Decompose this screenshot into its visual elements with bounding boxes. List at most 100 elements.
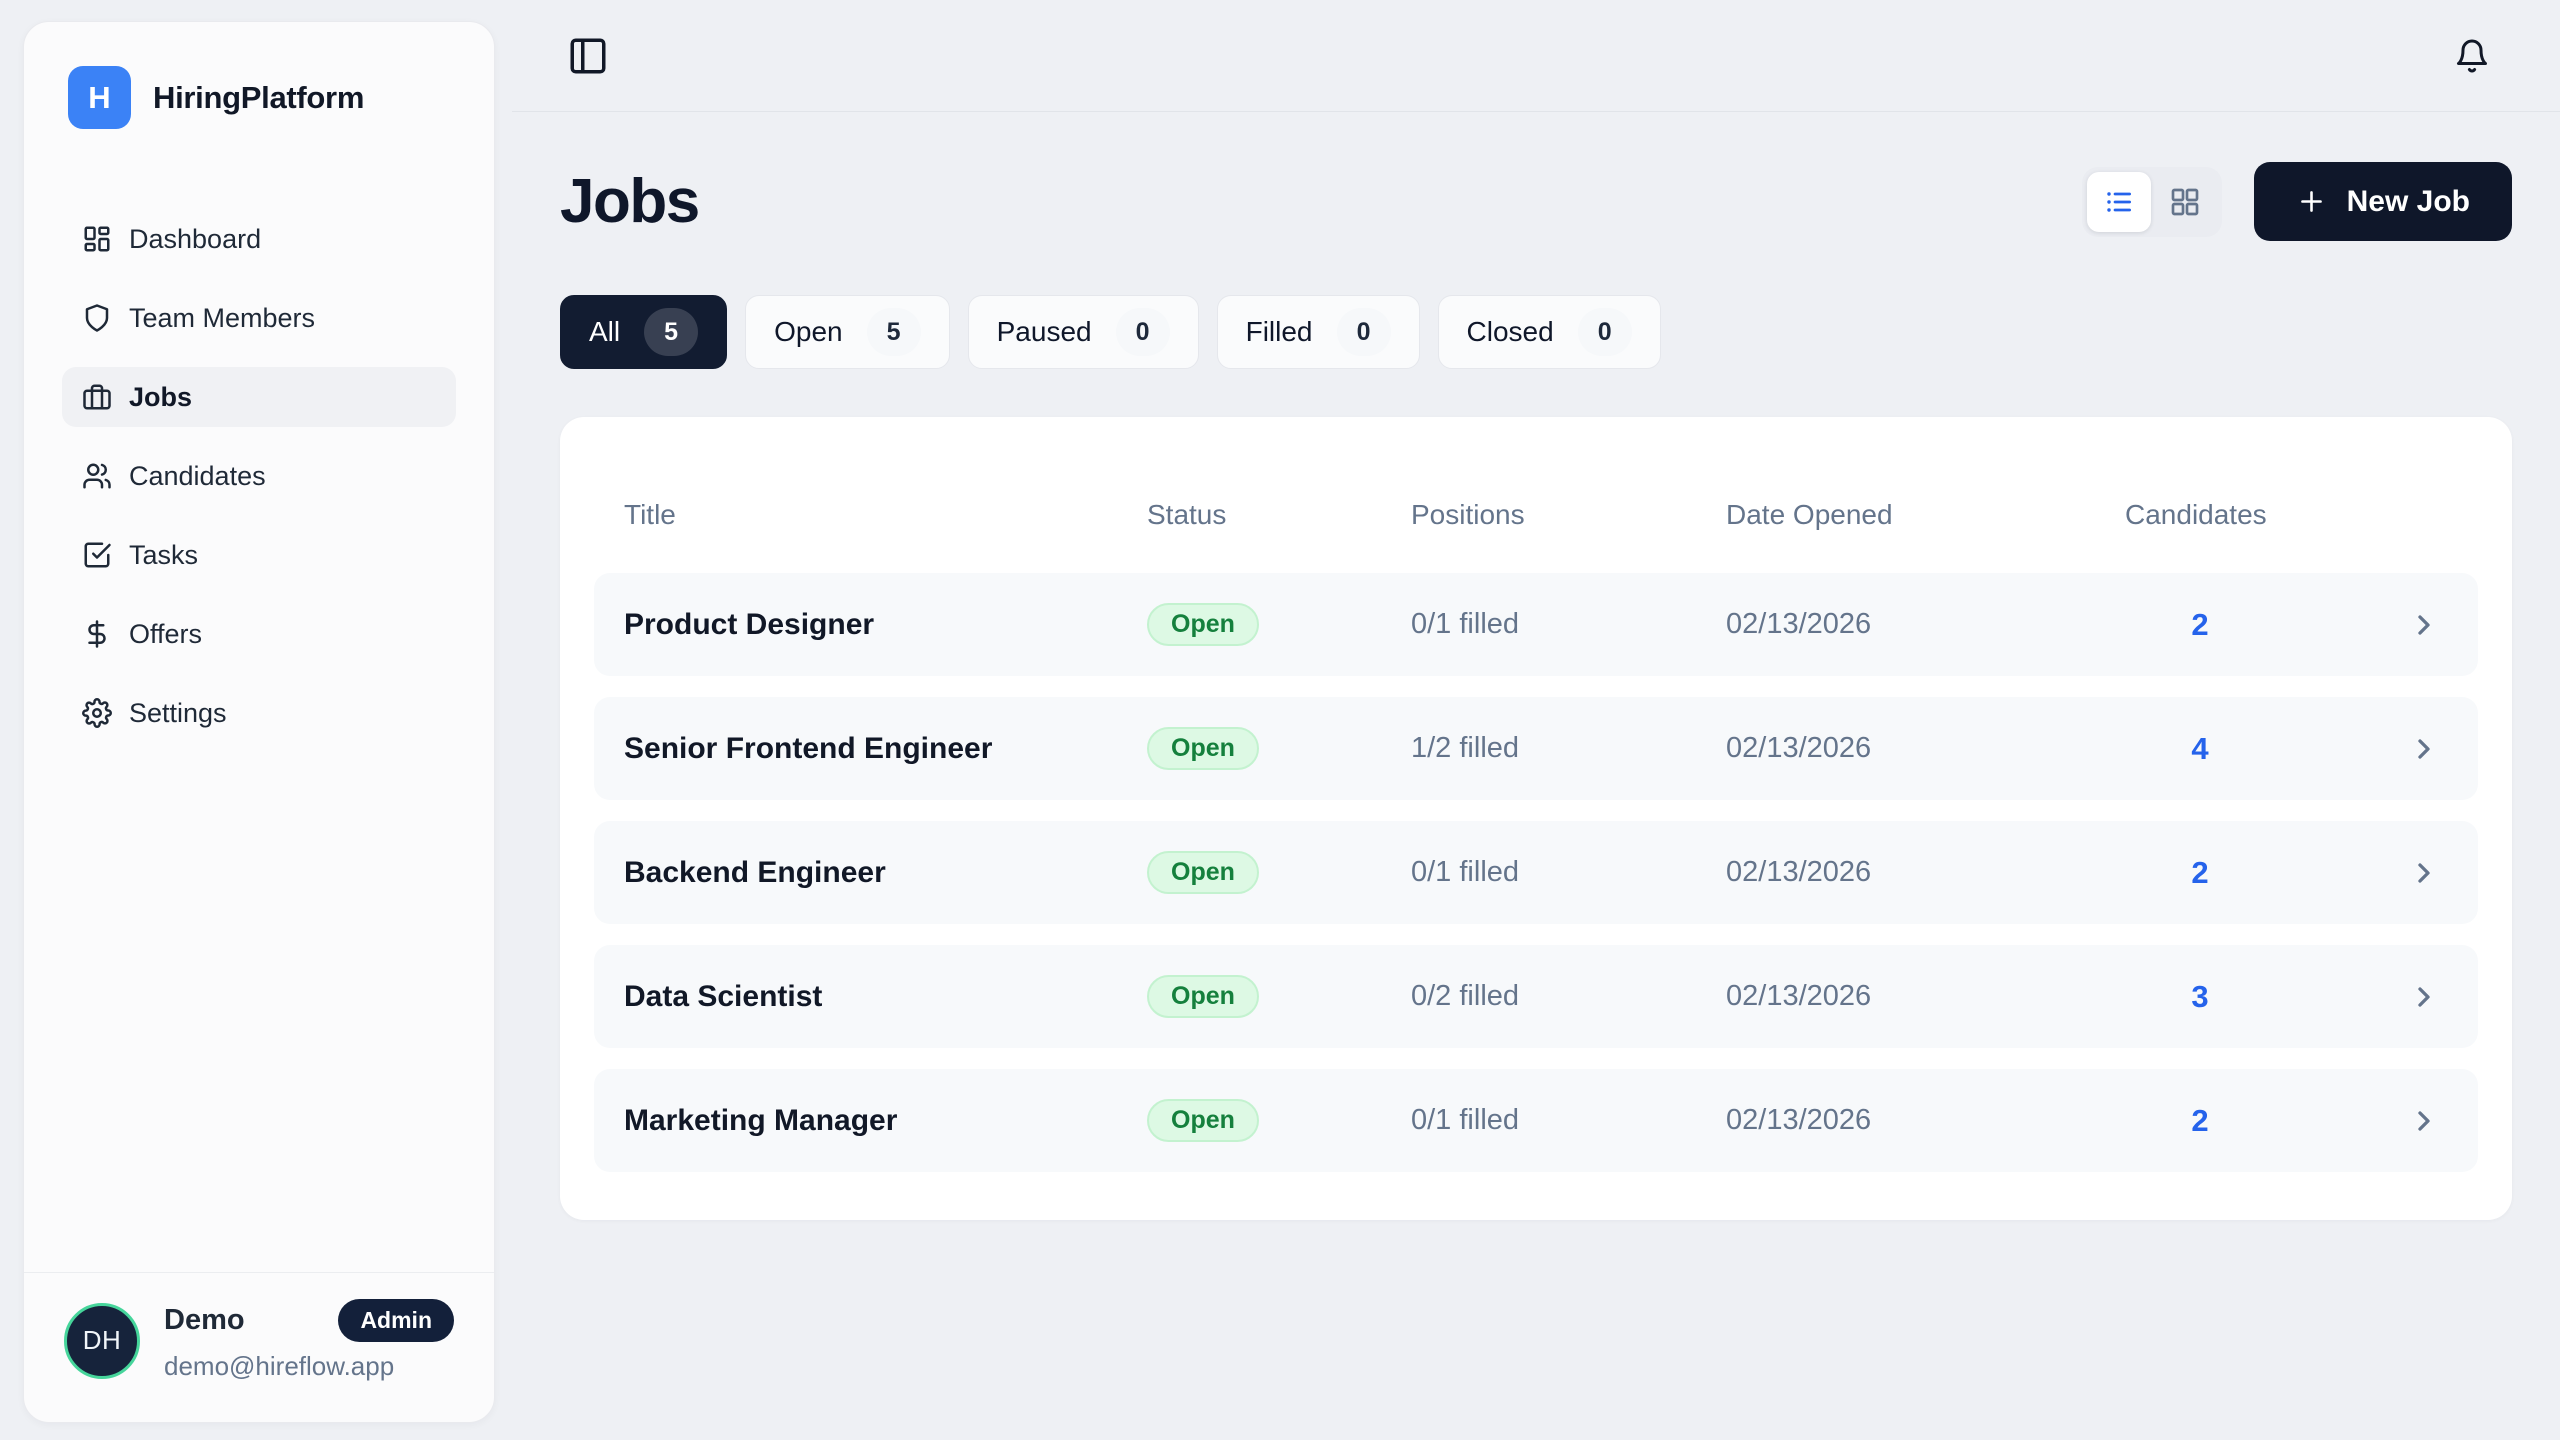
filter-open[interactable]: Open 5 [745,295,950,369]
sidebar-item-jobs[interactable]: Jobs [62,367,456,427]
sidebar: H HiringPlatform Dashboard Team Members … [23,21,495,1423]
view-toggle-list[interactable] [2087,172,2151,232]
chevron-right-icon[interactable] [2275,733,2448,765]
filter-paused[interactable]: Paused 0 [968,295,1199,369]
job-title: Marketing Manager [624,1104,1147,1138]
positions-cell: 0/2 filled [1411,980,1726,1013]
users-icon [82,461,112,491]
date-opened-cell: 02/13/2026 [1726,856,2125,889]
filter-count-badge: 0 [1578,308,1632,356]
brand-logo: H [68,66,131,129]
grid-view-icon [2169,186,2201,218]
brand-logo-letter: H [88,80,110,116]
column-header-candidates: Candidates [2125,499,2275,531]
check-square-icon [82,540,112,570]
sidebar-toggle-button[interactable] [567,35,609,77]
column-header-date-opened: Date Opened [1726,499,2125,531]
column-header-status: Status [1147,499,1411,531]
filter-label: Closed [1467,316,1554,348]
candidates-count[interactable]: 3 [2125,979,2275,1015]
table-row[interactable]: Data Scientist Open 0/2 filled 02/13/202… [594,945,2478,1048]
sidebar-item-settings[interactable]: Settings [62,683,456,743]
sidebar-item-label: Team Members [129,303,315,334]
filter-label: All [589,316,620,348]
chevron-right-icon[interactable] [2275,609,2448,641]
user-profile[interactable]: DH Demo Admin demo@hireflow.app [24,1272,494,1422]
status-badge: Open [1147,851,1259,894]
date-opened-cell: 02/13/2026 [1726,732,2125,765]
status-badge: Open [1147,1099,1259,1142]
sidebar-item-label: Jobs [129,382,192,413]
page-title: Jobs [560,165,699,239]
filter-count-badge: 0 [1337,308,1391,356]
sidebar-nav: Dashboard Team Members Jobs Candidates T… [24,209,494,1272]
filter-label: Filled [1246,316,1313,348]
avatar: DH [64,1303,140,1379]
user-name: Demo [164,1304,245,1337]
view-toggle [2082,167,2222,237]
date-opened-cell: 02/13/2026 [1726,1104,2125,1137]
sidebar-item-label: Offers [129,619,202,650]
positions-cell: 0/1 filled [1411,856,1726,889]
candidates-count[interactable]: 2 [2125,1103,2275,1139]
sidebar-item-offers[interactable]: Offers [62,604,456,664]
table-row[interactable]: Backend Engineer Open 0/1 filled 02/13/2… [594,821,2478,924]
gear-icon [82,698,112,728]
sidebar-item-tasks[interactable]: Tasks [62,525,456,585]
dollar-icon [82,619,112,649]
filter-filled[interactable]: Filled 0 [1217,295,1420,369]
sidebar-item-label: Candidates [129,461,266,492]
avatar-initials: DH [83,1325,122,1356]
column-header-title: Title [624,499,1147,531]
table-row[interactable]: Senior Frontend Engineer Open 1/2 filled… [594,697,2478,800]
table-header: Title Status Positions Date Opened Candi… [594,451,2478,573]
layout-dashboard-icon [82,224,112,254]
job-title: Product Designer [624,608,1147,642]
job-title: Senior Frontend Engineer [624,732,1147,766]
filter-count-badge: 0 [1116,308,1170,356]
bell-icon [2454,38,2490,74]
status-badge: Open [1147,603,1259,646]
user-info: Demo Admin demo@hireflow.app [164,1299,454,1382]
chevron-right-icon[interactable] [2275,981,2448,1013]
candidates-count[interactable]: 2 [2125,855,2275,891]
main-area: Jobs [512,0,2560,1440]
sidebar-item-dashboard[interactable]: Dashboard [62,209,456,269]
table-row[interactable]: Marketing Manager Open 0/1 filled 02/13/… [594,1069,2478,1172]
positions-cell: 0/1 filled [1411,1104,1726,1137]
sidebar-item-team-members[interactable]: Team Members [62,288,456,348]
filter-label: Paused [997,316,1092,348]
list-view-icon [2103,186,2135,218]
brand: H HiringPlatform [24,22,494,129]
chevron-right-icon[interactable] [2275,857,2448,889]
sidebar-item-label: Dashboard [129,224,261,255]
status-filters: All 5 Open 5 Paused 0 Filled 0 Closed 0 [560,295,2512,369]
plus-icon [2296,186,2327,217]
user-email: demo@hireflow.app [164,1351,454,1382]
filter-closed[interactable]: Closed 0 [1438,295,1661,369]
sidebar-item-label: Tasks [129,540,198,571]
sidebar-item-candidates[interactable]: Candidates [62,446,456,506]
candidates-count[interactable]: 2 [2125,607,2275,643]
table-body: Product Designer Open 0/1 filled 02/13/2… [594,573,2478,1172]
view-toggle-grid[interactable] [2153,172,2217,232]
job-title: Backend Engineer [624,856,1147,890]
role-badge: Admin [338,1299,454,1342]
filter-all[interactable]: All 5 [560,295,727,369]
new-job-button[interactable]: New Job [2254,162,2512,241]
date-opened-cell: 02/13/2026 [1726,980,2125,1013]
shield-icon [82,303,112,333]
brand-name: HiringPlatform [153,80,364,116]
content: Jobs [512,162,2560,1220]
filter-label: Open [774,316,843,348]
status-badge: Open [1147,727,1259,770]
positions-cell: 1/2 filled [1411,732,1726,765]
briefcase-icon [82,382,112,412]
filter-count-badge: 5 [644,308,698,356]
date-opened-cell: 02/13/2026 [1726,608,2125,641]
candidates-count[interactable]: 4 [2125,731,2275,767]
jobs-table-card: Title Status Positions Date Opened Candi… [560,417,2512,1220]
notifications-button[interactable] [2454,38,2490,74]
table-row[interactable]: Product Designer Open 0/1 filled 02/13/2… [594,573,2478,676]
chevron-right-icon[interactable] [2275,1105,2448,1137]
